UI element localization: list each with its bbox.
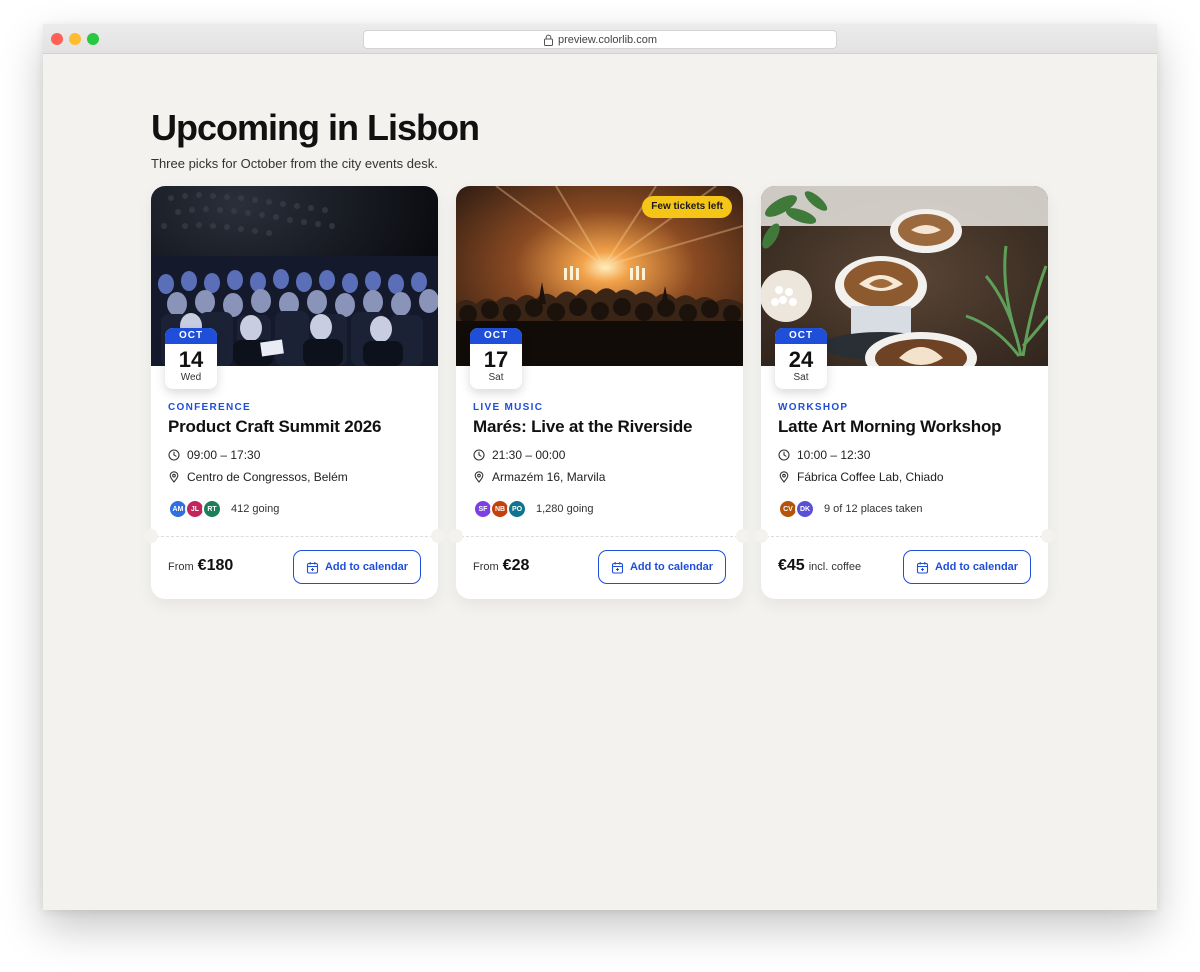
event-card-workshop[interactable]: OCT 24 Sat WORKSHOP Latte Art Morning Wo… (754, 186, 1055, 599)
event-location-text: Centro de Congressos, Belém (187, 470, 348, 484)
clock-icon (778, 449, 790, 461)
date-day: 14 (178, 347, 204, 372)
price-prefix: From (473, 561, 499, 573)
avatar: DK (795, 499, 815, 519)
event-title[interactable]: Product Craft Summit 2026 (168, 417, 381, 437)
maximize-window-button[interactable] (87, 33, 99, 45)
main-content: Upcoming in Lisbon Three picks for Octob… (144, 107, 1055, 599)
event-location: Armazém 16, Marvila (473, 470, 605, 484)
clock-icon (473, 449, 485, 461)
ticket-notch (431, 529, 445, 543)
avatar: RT (202, 499, 222, 519)
attendees: AM JL RT 412 going (168, 499, 279, 519)
ticket-divider (456, 536, 743, 537)
price-prefix: From (168, 561, 194, 573)
date-month: OCT (775, 328, 827, 344)
attendee-count: 1,280 going (536, 503, 594, 515)
calendar-icon (916, 561, 928, 574)
date-month: OCT (470, 328, 522, 344)
attendee-count: 9 of 12 places taken (824, 503, 923, 515)
add-to-calendar-button[interactable]: Add to calendar (293, 550, 421, 584)
add-to-calendar-label: Add to calendar (324, 561, 409, 573)
add-to-calendar-label: Add to calendar (629, 561, 714, 573)
close-window-button[interactable] (51, 33, 63, 45)
ticket-notch (1041, 529, 1055, 543)
ticket-notch (449, 529, 463, 543)
map-pin-icon (779, 471, 789, 483)
attendees: SF NB PO 1,280 going (473, 499, 594, 519)
event-title[interactable]: Latte Art Morning Workshop (778, 417, 1002, 437)
event-category: LIVE MUSIC (473, 402, 544, 413)
event-time-text: 21:30 – 00:00 (492, 448, 566, 462)
event-category: CONFERENCE (168, 402, 252, 413)
date-weekday: Wed (180, 372, 202, 383)
price-amount: €180 (197, 557, 234, 574)
price: From €28 (473, 557, 529, 575)
event-title[interactable]: Marés: Live at the Riverside (473, 417, 692, 437)
event-category: WORKSHOP (778, 402, 849, 413)
price-suffix: incl. coffee (808, 561, 862, 573)
page-subtitle: Three picks for October from the city ev… (151, 156, 438, 171)
event-time: 21:30 – 00:00 (473, 448, 565, 462)
price-amount: €28 (502, 557, 530, 574)
minimize-window-button[interactable] (69, 33, 81, 45)
attendees: CV DK 9 of 12 places taken (778, 499, 922, 519)
add-to-calendar-button[interactable]: Add to calendar (903, 550, 1031, 584)
date-day: 24 (788, 347, 814, 372)
date-chip: OCT 17 Sat (470, 328, 522, 389)
ticket-notch (144, 529, 158, 543)
ticket-notch (736, 529, 750, 543)
url-text: preview.colorlib.com (557, 33, 658, 46)
date-chip: OCT 24 Sat (775, 328, 827, 389)
add-to-calendar-button[interactable]: Add to calendar (598, 550, 726, 584)
event-location-text: Armazém 16, Marvila (492, 470, 606, 484)
add-to-calendar-label: Add to calendar (934, 561, 1019, 573)
ticket-divider (151, 536, 438, 537)
event-card-live-music[interactable]: Few tickets left OCT 17 Sat LIVE MUSIC M… (449, 186, 750, 599)
date-chip: OCT 14 Wed (165, 328, 217, 389)
lock-icon (543, 34, 553, 46)
address-bar[interactable]: preview.colorlib.com (363, 30, 837, 49)
date-month: OCT (165, 328, 217, 344)
clock-icon (168, 449, 180, 461)
event-location: Fábrica Coffee Lab, Chiado (778, 470, 944, 484)
price: From €180 (168, 557, 233, 575)
few-tickets-badge: Few tickets left (642, 196, 732, 218)
calendar-icon (611, 561, 623, 574)
date-weekday: Sat (793, 372, 809, 383)
event-time-text: 10:00 – 12:30 (797, 448, 871, 462)
map-pin-icon (474, 471, 484, 483)
event-time-text: 09:00 – 17:30 (187, 448, 261, 462)
calendar-icon (306, 561, 318, 574)
avatar: PO (507, 499, 527, 519)
date-weekday: Sat (488, 372, 504, 383)
browser-window: preview.colorlib.com Upcoming in Lisbon … (43, 24, 1157, 910)
map-pin-icon (169, 471, 179, 483)
event-location-text: Fábrica Coffee Lab, Chiado (797, 470, 944, 484)
event-card-conference[interactable]: OCT 14 Wed CONFERENCE Product Craft Summ… (144, 186, 445, 599)
event-location: Centro de Congressos, Belém (168, 470, 348, 484)
price: €45 incl. coffee (778, 557, 861, 575)
event-time: 10:00 – 12:30 (778, 448, 870, 462)
attendee-count: 412 going (231, 503, 280, 515)
price-amount: €45 (778, 557, 805, 574)
page-title: Upcoming in Lisbon (151, 107, 480, 148)
title-bar: preview.colorlib.com (43, 24, 1157, 54)
event-time: 09:00 – 17:30 (168, 448, 260, 462)
ticket-divider (761, 536, 1048, 537)
date-day: 17 (483, 347, 509, 372)
ticket-notch (754, 529, 768, 543)
